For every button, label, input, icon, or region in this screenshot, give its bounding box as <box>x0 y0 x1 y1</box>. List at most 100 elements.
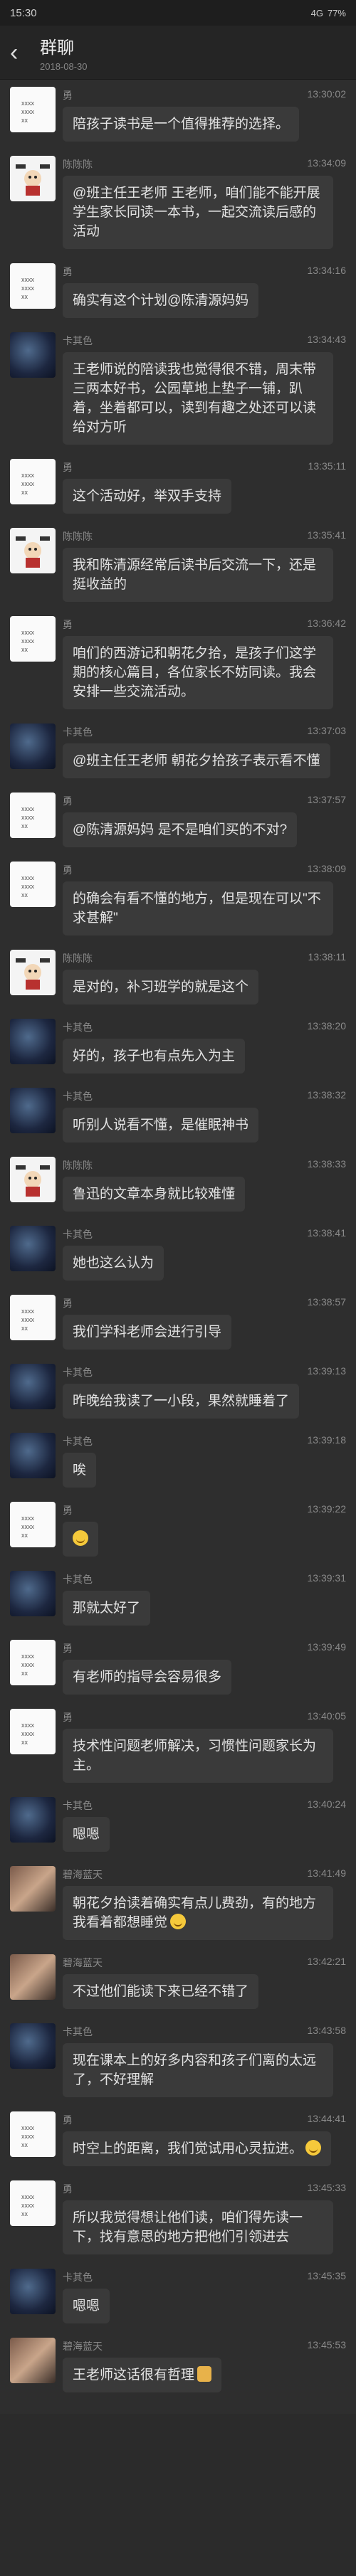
chat-date: 2018-08-30 <box>40 60 88 72</box>
avatar[interactable]: xxxx xxxx xx <box>10 2180 56 2226</box>
avatar[interactable] <box>10 1954 56 2000</box>
message-bubble[interactable]: 她也这么认为 <box>63 1246 164 1281</box>
back-arrow-icon[interactable]: ‹ <box>10 41 34 65</box>
svg-text:xxxx: xxxx <box>21 637 35 645</box>
message-bubble[interactable]: 嗯嗯 <box>63 2289 110 2323</box>
message-time: 13:39:22 <box>307 1503 347 1515</box>
thumbs-up-emoji-icon <box>197 2366 212 2382</box>
avatar[interactable] <box>10 1226 56 1271</box>
avatar[interactable] <box>10 723 56 769</box>
avatar[interactable] <box>10 1571 56 1616</box>
message-bubble[interactable]: 陪孩子读书是一个值得推荐的选择。 <box>63 107 300 142</box>
sender-name: 卡其色 <box>63 1091 93 1102</box>
avatar[interactable] <box>10 1088 56 1133</box>
message-bubble[interactable]: 听别人说看不懂，是催眠神书 <box>63 1108 259 1143</box>
avatar[interactable] <box>10 1364 56 1409</box>
sender-name: 碧海蓝天 <box>63 1957 103 1968</box>
sender-name: 卡其色 <box>63 1367 93 1378</box>
avatar[interactable]: xxxx xxxx xx <box>10 1709 56 1754</box>
sender-name: 勇 <box>63 2183 73 2195</box>
avatar[interactable] <box>10 2269 56 2314</box>
message-bubble[interactable]: 确实有这个计划@陈清源妈妈 <box>63 283 259 318</box>
app-bar: ‹ 群聊 2018-08-30 <box>0 26 356 80</box>
avatar[interactable]: xxxx xxxx xx <box>10 616 56 662</box>
message-bubble[interactable]: 王老师说的陪读我也觉得很不错，周末带三两本好书，公园草地上垫子一铺，趴着，坐着都… <box>63 352 333 445</box>
message-bubble[interactable]: @班主任王老师 王老师，咱们能不能开展学生家长同读一本书，一起交流读后感的活动 <box>63 176 333 249</box>
avatar[interactable] <box>10 1157 56 1202</box>
message-item: xxxx xxxx xx 勇 13:30:02 陪孩子读书是一个值得推荐的选择。 <box>10 87 346 142</box>
message-bubble[interactable]: 嗯嗯 <box>63 1817 110 1852</box>
avatar[interactable] <box>10 332 56 378</box>
message-item: 卡其色 13:40:24 嗯嗯 <box>10 1797 346 1852</box>
message-time: 13:39:18 <box>307 1434 347 1446</box>
avatar[interactable] <box>10 156 56 201</box>
message-time: 13:43:58 <box>307 2025 347 2036</box>
message-text: 唉 <box>73 1463 87 1478</box>
avatar[interactable] <box>10 2023 56 2069</box>
avatar[interactable]: xxxx xxxx xx <box>10 1502 56 1547</box>
message-bubble[interactable]: 有老师的指导会容易很多 <box>63 1660 232 1695</box>
message-bubble[interactable]: @陈清源妈妈 是不是咱们买的不对? <box>63 812 298 847</box>
message-text: 确实有这个计划@陈清源妈妈 <box>73 293 249 308</box>
message-time: 13:30:02 <box>307 88 347 100</box>
message-bubble[interactable]: 是对的，补习班学的就是这个 <box>63 970 259 1005</box>
message-bubble[interactable]: 我和陈清源经常后读书后交流一下，还是挺收益的 <box>63 548 333 602</box>
avatar[interactable] <box>10 2338 56 2383</box>
message-time: 13:45:53 <box>307 2339 347 2350</box>
sender-name: 卡其色 <box>63 1436 93 1447</box>
sender-name: 勇 <box>63 1643 73 1654</box>
message-item: xxxx xxxx xx 勇 13:39:22 <box>10 1502 346 1557</box>
message-bubble[interactable]: 朝花夕拾读着确实有点儿费劲，有的地方我看着都想睡觉 <box>63 1886 333 1940</box>
avatar[interactable] <box>10 1866 56 1912</box>
avatar[interactable] <box>10 1019 56 1064</box>
avatar[interactable]: xxxx xxxx xx <box>10 862 56 907</box>
avatar[interactable]: xxxx xxxx xx <box>10 1295 56 1340</box>
message-bubble[interactable]: 王老师这话很有哲理 <box>63 2358 222 2392</box>
svg-text:xxxx: xxxx <box>21 108 35 115</box>
message-text: 朝花夕拾读着确实有点儿费劲，有的地方我看着都想睡觉 <box>73 1896 317 1930</box>
message-text: 时空上的距离，我们觉试用心灵拉进。 <box>73 2141 303 2156</box>
message-bubble[interactable]: 现在课本上的好多内容和孩子们离的太远了，不好理解 <box>63 2043 333 2097</box>
message-bubble[interactable]: 我们学科老师会进行引导 <box>63 1315 232 1350</box>
avatar[interactable]: xxxx xxxx xx <box>10 87 56 132</box>
sender-name: 碧海蓝天 <box>63 1869 103 1880</box>
avatar[interactable]: xxxx xxxx xx <box>10 263 56 309</box>
message-bubble[interactable]: 那就太好了 <box>63 1591 151 1626</box>
message-bubble[interactable]: 鲁迅的文章本身就比较难懂 <box>63 1177 246 1212</box>
message-time: 13:37:03 <box>307 725 347 736</box>
message-bubble[interactable]: @班主任王老师 朝花夕拾孩子表示看不懂 <box>63 743 330 778</box>
message-bubble[interactable]: 好的，孩子也有点先入为主 <box>63 1039 246 1074</box>
avatar[interactable]: xxxx xxxx xx <box>10 459 56 504</box>
avatar[interactable]: xxxx xxxx xx <box>10 2111 56 2157</box>
message-time: 13:44:41 <box>307 2113 347 2124</box>
smile-emoji-icon <box>170 1914 187 1929</box>
svg-text:xx: xx <box>21 293 28 300</box>
message-bubble[interactable]: 时空上的距离，我们觉试用心灵拉进。 <box>63 2131 332 2166</box>
message-bubble[interactable]: 的确会有看不懂的地方，但是现在可以"不求甚解" <box>63 881 333 935</box>
avatar[interactable]: xxxx xxxx xx <box>10 1640 56 1685</box>
message-bubble[interactable] <box>63 1522 98 1557</box>
avatar[interactable] <box>10 1797 56 1843</box>
message-text: 那就太好了 <box>73 1601 141 1616</box>
svg-text:xx: xx <box>21 2210 28 2217</box>
message-bubble[interactable]: 唉 <box>63 1453 97 1488</box>
avatar[interactable] <box>10 528 56 573</box>
avatar[interactable] <box>10 1433 56 1478</box>
message-bubble[interactable]: 这个活动好，举双手支持 <box>63 479 232 514</box>
message-bubble[interactable]: 咱们的西游记和朝花夕拾，是孩子们这学期的核心篇目，各位家长不妨同读。我会安排一些… <box>63 636 333 709</box>
avatar[interactable]: xxxx xxxx xx <box>10 793 56 838</box>
sender-name: 卡其色 <box>63 2026 93 2037</box>
message-bubble[interactable]: 昨晚给我读了一小段，果然就睡着了 <box>63 1384 300 1419</box>
message-text: 我们学科老师会进行引导 <box>73 1325 222 1340</box>
sender-name: 勇 <box>63 619 73 630</box>
sender-name: 碧海蓝天 <box>63 2341 103 2352</box>
message-text: 陪孩子读书是一个值得推荐的选择。 <box>73 117 290 132</box>
avatar[interactable] <box>10 950 56 995</box>
svg-text:xx: xx <box>21 1739 28 1746</box>
message-bubble[interactable]: 所以我觉得想让他们读，咱们得先读一下，找有意思的地方把他们引领进去 <box>63 2200 333 2254</box>
chat-list[interactable]: xxxx xxxx xx 勇 13:30:02 陪孩子读书是一个值得推荐的选择。 陈陈陈 13… <box>0 80 356 2414</box>
message-bubble[interactable]: 技术性问题老师解决，习惯性问题家长为主。 <box>63 1729 333 1783</box>
svg-text:xx: xx <box>21 489 28 496</box>
message-bubble[interactable]: 不过他们能读下来已经不错了 <box>63 1974 259 2009</box>
message-text: 所以我觉得想让他们读，咱们得先读一下，找有意思的地方把他们引领进去 <box>73 2210 303 2244</box>
